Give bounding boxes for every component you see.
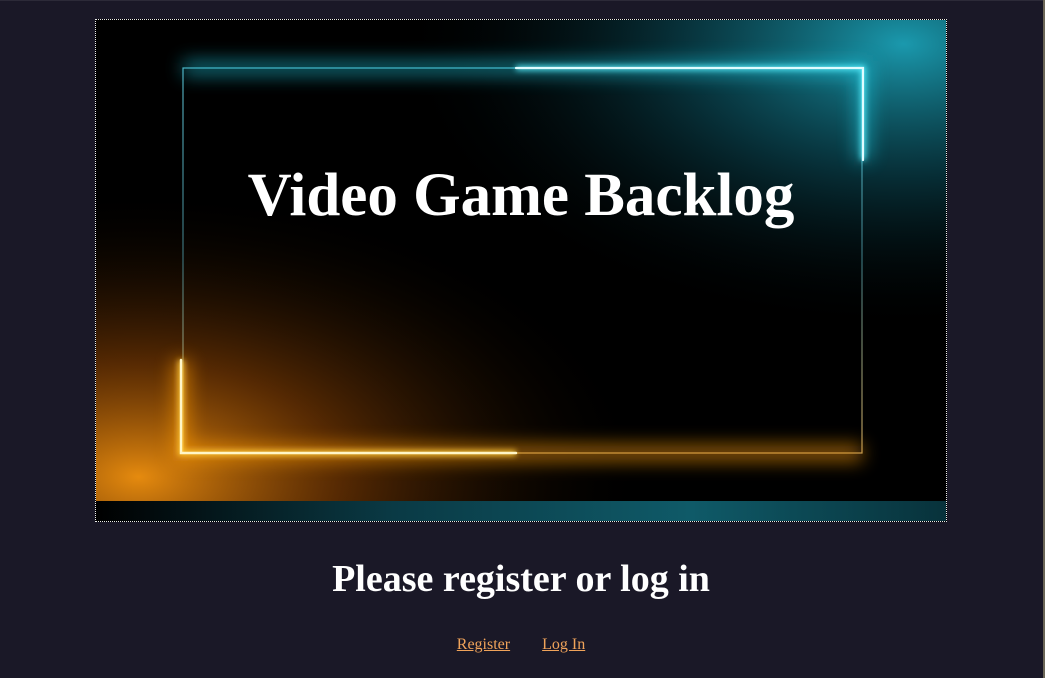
page-heading: Please register or log in: [332, 558, 710, 600]
neon-frame-graphic: [96, 20, 946, 521]
login-link[interactable]: Log In: [542, 636, 585, 653]
top-divider: [0, 0, 1045, 1]
banner-title: Video Game Backlog: [247, 162, 795, 229]
auth-links: Register Log In: [0, 634, 1042, 656]
banner-image: Video Game Backlog: [95, 19, 947, 522]
register-link[interactable]: Register: [457, 636, 510, 653]
